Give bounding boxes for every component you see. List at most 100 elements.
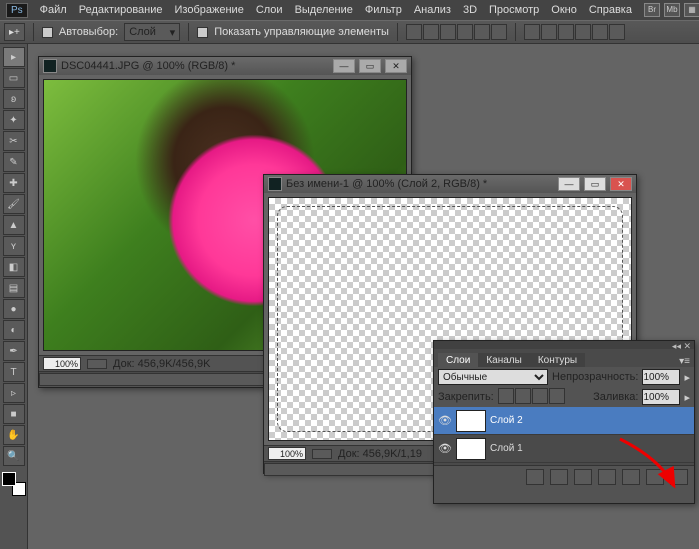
menu-file[interactable]: Файл	[40, 4, 67, 16]
layer-mask-icon[interactable]	[574, 469, 592, 485]
minimize-button[interactable]: —	[558, 177, 580, 191]
menu-edit[interactable]: Редактирование	[79, 4, 163, 16]
new-layer-icon[interactable]	[646, 469, 664, 485]
app-icon: Ps	[6, 3, 28, 18]
auto-select-checkbox[interactable]	[42, 27, 53, 38]
visibility-toggle-icon[interactable]: 👁	[438, 442, 452, 456]
pen-tool[interactable]: ✒	[3, 341, 25, 361]
menu-image[interactable]: Изображение	[175, 4, 244, 16]
blend-mode-select[interactable]: Обычные	[438, 369, 548, 385]
align-icon[interactable]	[406, 24, 422, 40]
chevron-down-icon[interactable]: ▸	[684, 391, 690, 404]
close-button[interactable]: ✕	[610, 177, 632, 191]
maximize-button[interactable]: ▭	[584, 177, 606, 191]
show-transform-controls-checkbox[interactable]	[197, 27, 208, 38]
distribute-icon[interactable]	[558, 24, 574, 40]
doc2-title: Без имени-1 @ 100% (Слой 2, RGB/8) *	[286, 178, 487, 190]
foreground-color-swatch[interactable]	[2, 472, 16, 486]
layers-panel-footer	[434, 465, 694, 487]
history-brush-tool[interactable]: ʏ	[3, 236, 25, 256]
chevron-down-icon[interactable]: ▸	[684, 371, 690, 384]
align-icon[interactable]	[491, 24, 507, 40]
stamp-tool[interactable]: ▲	[3, 215, 25, 235]
lock-buttons	[498, 388, 566, 407]
screen-mode-icon[interactable]: ▦	[684, 3, 699, 17]
menu-select[interactable]: Выделение	[295, 4, 353, 16]
adjustment-layer-icon[interactable]	[598, 469, 616, 485]
brush-tool[interactable]: 🖌	[3, 194, 25, 214]
lock-position-icon[interactable]	[532, 388, 548, 404]
eyedropper-tool[interactable]: ✎	[3, 152, 25, 172]
layer-fx-icon[interactable]	[550, 469, 568, 485]
menu-view[interactable]: Просмотр	[489, 4, 539, 16]
lock-all-icon[interactable]	[549, 388, 565, 404]
marquee-tool[interactable]: ▭	[3, 68, 25, 88]
distribute-icon[interactable]	[575, 24, 591, 40]
layer-row[interactable]: 👁 Слой 2	[434, 407, 694, 435]
maximize-button[interactable]: ▭	[359, 59, 381, 73]
distribute-icon[interactable]	[609, 24, 625, 40]
menu-filter[interactable]: Фильтр	[365, 4, 402, 16]
tab-paths[interactable]: Контуры	[530, 353, 585, 367]
heal-tool[interactable]: ✚	[3, 173, 25, 193]
current-tool-indicator[interactable]: ▸+	[4, 23, 25, 41]
bridge-icon[interactable]: Br	[644, 3, 660, 17]
dodge-tool[interactable]: ◐	[3, 320, 25, 340]
shape-tool[interactable]: ■	[3, 404, 25, 424]
menu-layers[interactable]: Слои	[256, 4, 283, 16]
layer-thumbnail[interactable]	[456, 438, 486, 460]
move-tool[interactable]: ▸	[3, 47, 25, 67]
link-layers-icon[interactable]	[526, 469, 544, 485]
path-tool[interactable]: ▹	[3, 383, 25, 403]
auto-select-target[interactable]: Слой▾	[124, 23, 180, 41]
zoom-slider[interactable]	[312, 449, 332, 459]
align-icon[interactable]	[440, 24, 456, 40]
crop-tool[interactable]: ✂	[3, 131, 25, 151]
doc1-titlebar[interactable]: DSC04441.JPG @ 100% (RGB/8) * — ▭ ✕	[39, 57, 411, 75]
wand-tool[interactable]: ✦	[3, 110, 25, 130]
trash-icon[interactable]	[670, 469, 688, 485]
layer-name[interactable]: Слой 1	[490, 443, 523, 454]
align-icon[interactable]	[474, 24, 490, 40]
lock-pixels-icon[interactable]	[515, 388, 531, 404]
menu-3d[interactable]: 3D	[463, 4, 477, 16]
blur-tool[interactable]: ●	[3, 299, 25, 319]
lasso-tool[interactable]: ʚ	[3, 89, 25, 109]
layers-panel[interactable]: ◂◂ ✕ Слои Каналы Контуры ▾≡ Обычные Непр…	[433, 340, 695, 504]
menu-analysis[interactable]: Анализ	[414, 4, 451, 16]
fill-field[interactable]	[642, 389, 680, 405]
distribute-icon[interactable]	[541, 24, 557, 40]
show-transform-controls-label: Показать управляющие элементы	[214, 26, 389, 38]
lock-transparency-icon[interactable]	[498, 388, 514, 404]
layer-row[interactable]: 👁 Слой 1	[434, 435, 694, 463]
minimize-button[interactable]: —	[333, 59, 355, 73]
hand-tool[interactable]: ✋	[3, 425, 25, 445]
opacity-field[interactable]	[642, 369, 680, 385]
doc2-zoom-field[interactable]	[268, 447, 306, 460]
color-swatches[interactable]	[2, 472, 26, 496]
align-icon[interactable]	[423, 24, 439, 40]
doc2-titlebar[interactable]: Без имени-1 @ 100% (Слой 2, RGB/8) * — ▭…	[264, 175, 636, 193]
visibility-toggle-icon[interactable]: 👁	[438, 414, 452, 428]
layer-name[interactable]: Слой 2	[490, 415, 523, 426]
layer-thumbnail[interactable]	[456, 410, 486, 432]
minibridge-icon[interactable]: Mb	[664, 3, 680, 17]
eraser-tool[interactable]: ◧	[3, 257, 25, 277]
menu-help[interactable]: Справка	[589, 4, 632, 16]
tab-channels[interactable]: Каналы	[478, 353, 530, 367]
distribute-icon[interactable]	[524, 24, 540, 40]
panel-collapse-bar[interactable]: ◂◂ ✕	[434, 341, 694, 349]
close-button[interactable]: ✕	[385, 59, 407, 73]
panel-menu-icon[interactable]: ▾≡	[675, 356, 694, 367]
doc1-zoom-field[interactable]	[43, 357, 81, 370]
menu-window[interactable]: Окно	[551, 4, 577, 16]
tab-layers[interactable]: Слои	[438, 353, 478, 367]
group-icon[interactable]	[622, 469, 640, 485]
gradient-tool[interactable]: ▤	[3, 278, 25, 298]
zoom-slider[interactable]	[87, 359, 107, 369]
align-icon[interactable]	[457, 24, 473, 40]
distribute-icon[interactable]	[592, 24, 608, 40]
zoom-tool[interactable]: 🔍	[3, 446, 25, 466]
type-tool[interactable]: T	[3, 362, 25, 382]
auto-select-label: Автовыбор:	[59, 26, 118, 38]
